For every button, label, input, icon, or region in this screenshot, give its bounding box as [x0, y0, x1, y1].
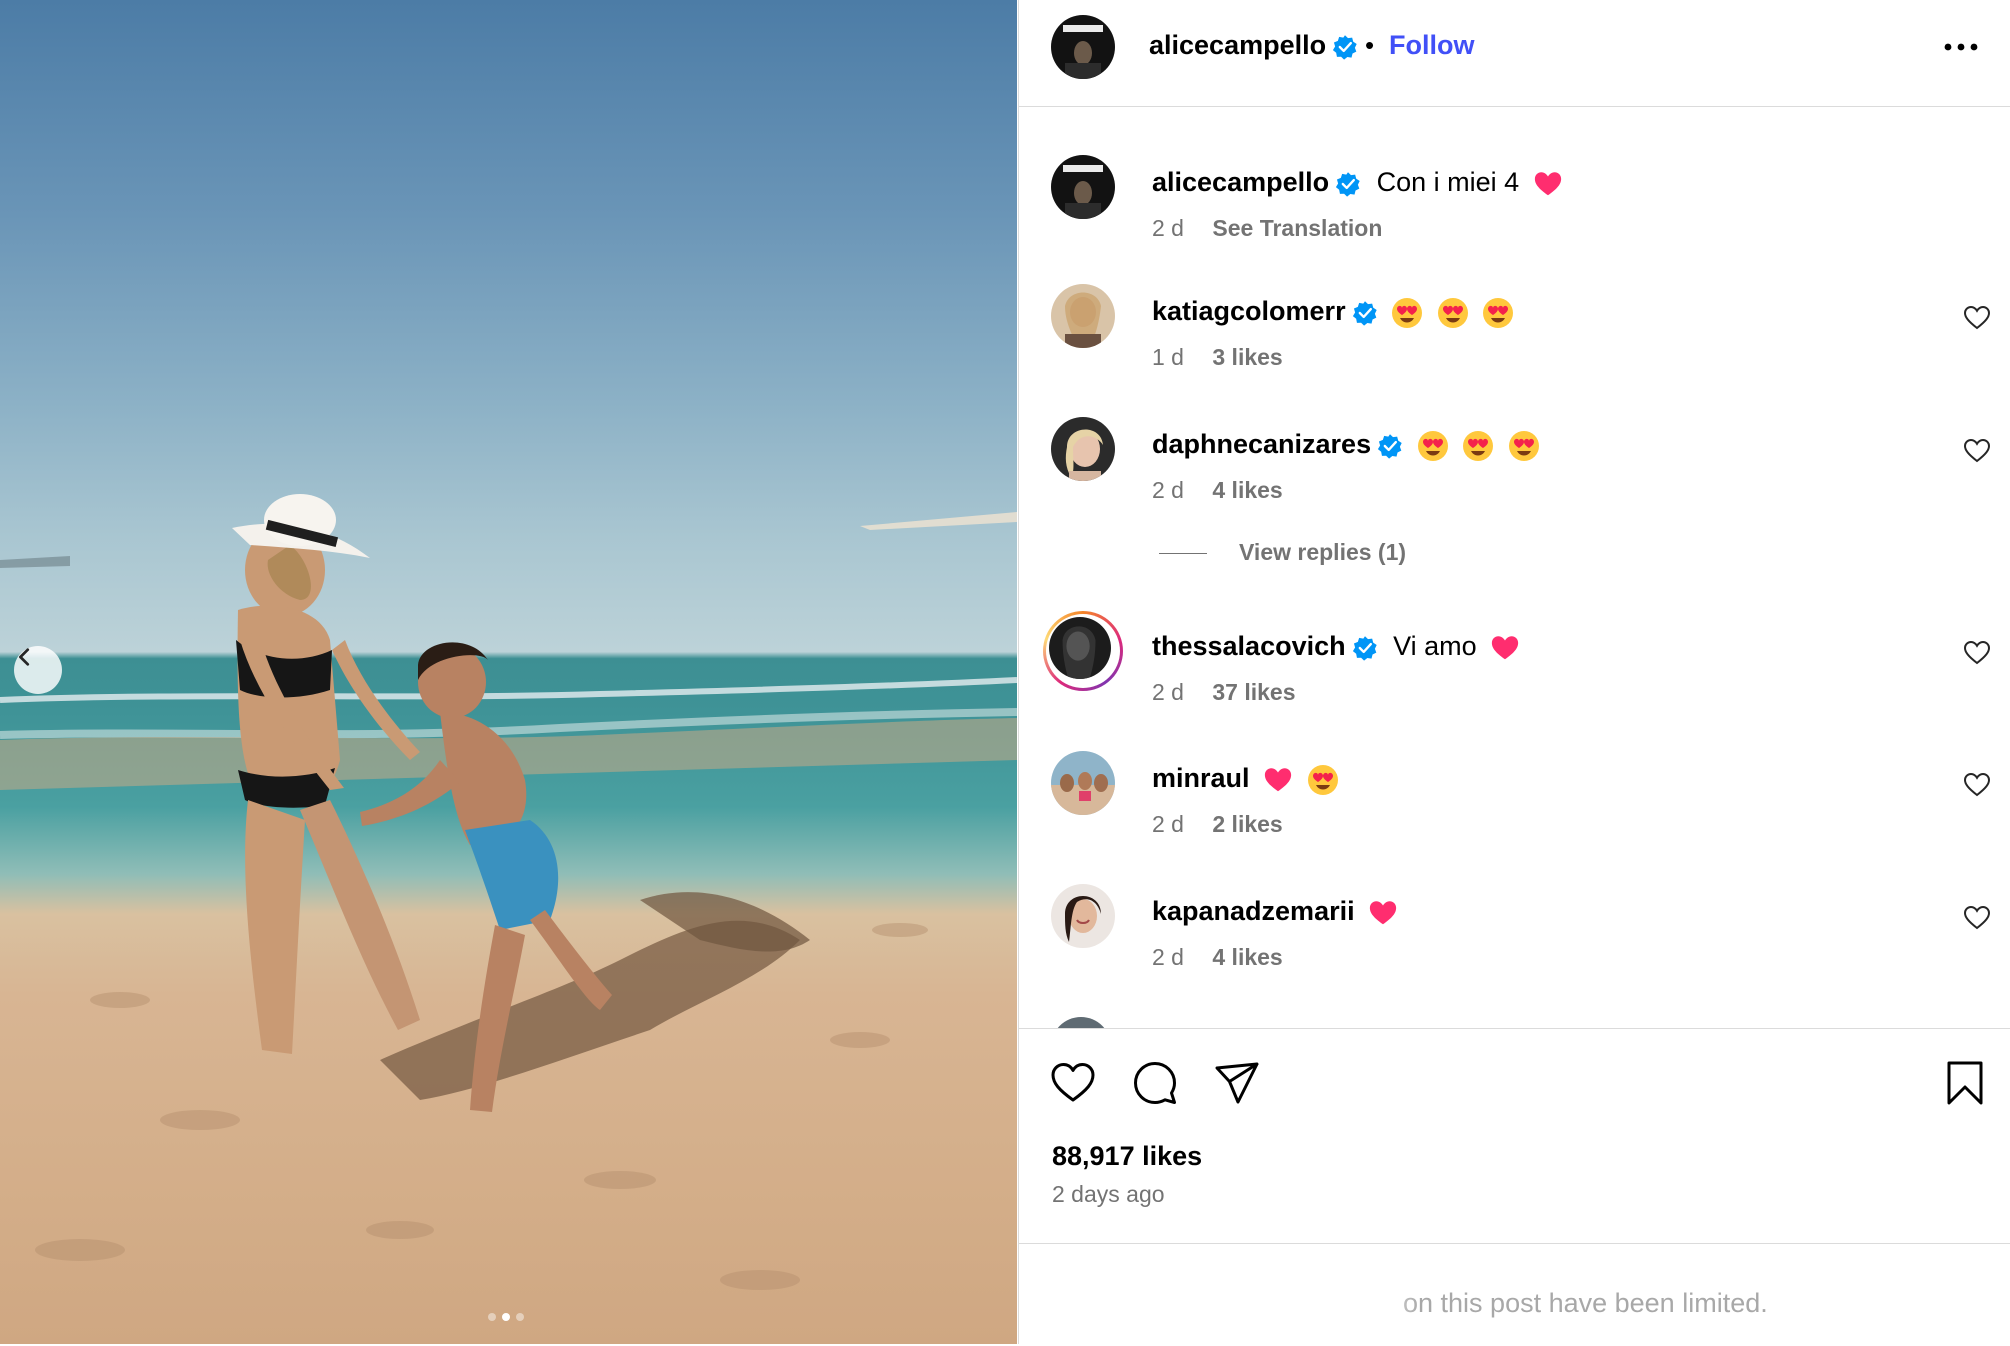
commenter-avatar[interactable] — [1051, 751, 1115, 815]
red-heart-icon — [1492, 636, 1519, 660]
red-heart-icon — [1264, 768, 1292, 792]
commenter-avatar[interactable] — [1051, 417, 1115, 481]
replies-divider — [1159, 553, 1207, 555]
comment-likes[interactable]: 4 likes — [1212, 477, 1282, 503]
commenter-avatar[interactable] — [1051, 884, 1115, 948]
red-heart-icon — [1534, 172, 1561, 196]
comment-likes[interactable]: 4 likes — [1212, 944, 1282, 970]
comments-limited-notice: on this post have been limited. — [1019, 1243, 2010, 1346]
commenter-avatar[interactable] — [1051, 1017, 1111, 1028]
verified-icon — [1352, 636, 1377, 661]
profile-photo-avatar — [1051, 884, 1115, 948]
profile-photo-avatar — [1051, 751, 1115, 815]
caption-text: Con i miei 4 — [1376, 167, 1520, 197]
comment-time: 1 d — [1152, 344, 1184, 370]
post-footer: 88,917 likes 2 days ago on this post hav… — [1019, 1028, 2010, 1345]
heart-outline-icon[interactable] — [1963, 639, 1991, 667]
red-heart-icon — [1369, 901, 1397, 925]
commenter-avatar[interactable] — [1049, 617, 1111, 679]
view-replies-button[interactable]: View replies (1) — [1159, 539, 1406, 566]
heart-outline-icon[interactable] — [1963, 304, 1991, 332]
verified-icon — [1333, 35, 1357, 60]
view-replies-label: View replies (1) — [1239, 539, 1407, 565]
heart-eyes-emoji-icon — [1463, 430, 1494, 461]
like-heart-icon[interactable] — [1049, 1059, 1097, 1107]
profile-photo-avatar — [1049, 617, 1111, 679]
post-details-panel: alicecampello • Follow alicecampello Con… — [1018, 0, 2010, 1345]
heart-eyes-emoji-icon — [1417, 430, 1448, 461]
more-icon — [1944, 43, 1978, 51]
post-photo — [0, 0, 1017, 1344]
forbes-cover-avatar — [1051, 15, 1115, 79]
heart-outline-icon[interactable] — [1963, 904, 1991, 932]
verified-icon — [1378, 434, 1402, 459]
author-username[interactable]: alicecampello — [1149, 30, 1358, 61]
verified-icon — [1352, 301, 1377, 326]
carousel-indicator — [488, 1313, 524, 1321]
chevron-left-icon — [19, 648, 30, 666]
separator-dot: • — [1365, 30, 1375, 60]
carousel-prev-button[interactable] — [14, 646, 62, 694]
bookmark-icon[interactable] — [1941, 1059, 1989, 1107]
profile-photo-avatar — [1051, 284, 1115, 348]
follow-button[interactable]: Follow — [1389, 30, 1474, 61]
author-avatar[interactable] — [1051, 15, 1115, 79]
comment-text: Vi amo — [1393, 631, 1477, 661]
limited-notice-text: on this post have been limited. — [1403, 1288, 1768, 1318]
comment-time: 2 d — [1152, 811, 1184, 837]
forbes-cover-avatar — [1051, 155, 1115, 219]
post-header: alicecampello • Follow — [1019, 0, 2010, 107]
heart-eyes-emoji-icon — [1307, 764, 1338, 795]
comment-username[interactable]: daphnecanizares — [1152, 429, 1371, 459]
heart-outline-icon[interactable] — [1963, 771, 1991, 799]
comment-time: 2 d — [1152, 944, 1184, 970]
heart-outline-icon[interactable] — [1963, 437, 1991, 465]
comment-username[interactable]: thessalacovich — [1152, 631, 1346, 661]
comment-likes[interactable]: 37 likes — [1212, 679, 1295, 705]
beach-scene — [0, 494, 1017, 1290]
heart-eyes-emoji-icon — [1392, 297, 1423, 328]
story-ring[interactable] — [1043, 611, 1123, 691]
post-timestamp: 2 days ago — [1052, 1181, 1165, 1207]
post-actions — [1049, 1059, 1261, 1107]
likes-count[interactable]: 88,917 likes — [1052, 1141, 1202, 1172]
comment-icon[interactable] — [1131, 1059, 1179, 1107]
comment-likes[interactable]: 2 likes — [1212, 811, 1282, 837]
commenter-avatar[interactable] — [1051, 284, 1115, 348]
caption-time: 2 d — [1152, 215, 1184, 241]
carousel-dot — [488, 1313, 496, 1321]
heart-eyes-emoji-icon — [1483, 297, 1514, 328]
carousel-dot-active — [502, 1313, 510, 1321]
loading-shimmer — [1131, 1286, 1421, 1320]
see-translation-link[interactable]: See Translation — [1212, 215, 1382, 241]
comment-username[interactable]: kapanadzemarii — [1152, 896, 1355, 926]
comment-username[interactable]: minraul — [1152, 763, 1250, 793]
comment-likes[interactable]: 3 likes — [1212, 344, 1282, 370]
more-options-button[interactable] — [1941, 30, 1981, 64]
comment-username[interactable]: katiagcolomerr — [1152, 296, 1346, 326]
carousel-dot — [516, 1313, 524, 1321]
profile-photo-avatar — [1051, 417, 1115, 481]
author-avatar[interactable] — [1051, 155, 1115, 219]
verified-icon — [1336, 172, 1360, 197]
heart-eyes-emoji-icon — [1508, 430, 1539, 461]
comment-time: 2 d — [1152, 477, 1184, 503]
comment-time: 2 d — [1152, 679, 1184, 705]
caption-username[interactable]: alicecampello — [1152, 167, 1329, 197]
share-icon[interactable] — [1213, 1059, 1261, 1107]
heart-eyes-emoji-icon — [1437, 297, 1468, 328]
comments-list[interactable]: alicecampello Con i miei 4 2 d See Trans… — [1019, 107, 2010, 1028]
